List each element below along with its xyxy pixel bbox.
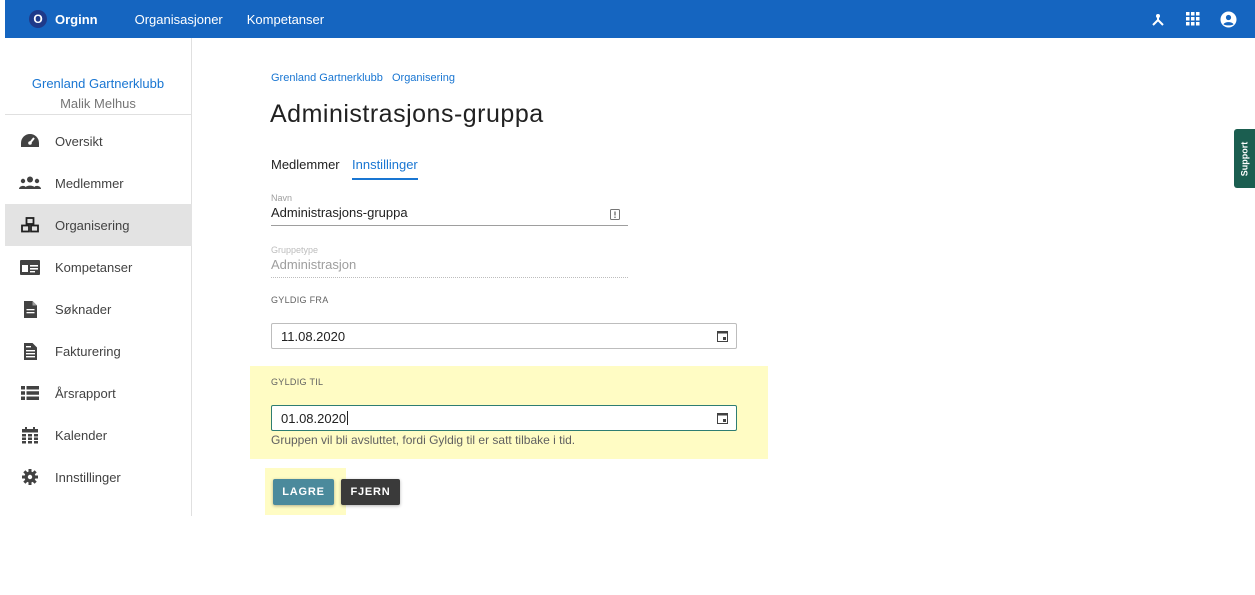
gyldig-fra-label: GYLDIG FRA [271, 295, 329, 305]
tab-innstillinger[interactable]: Innstillinger [352, 157, 418, 180]
sidebar-item-label: Oversikt [55, 133, 103, 149]
sidebar-item-fakturering[interactable]: Fakturering [5, 330, 192, 372]
users-group-icon [19, 172, 41, 194]
page-title: Administrasjons-gruppa [270, 100, 544, 128]
text-caret [347, 411, 349, 425]
sidebar-item-soknader[interactable]: Søknader [5, 288, 192, 330]
sidebar-item-oversikt[interactable]: Oversikt [5, 120, 192, 162]
sidebar-item-label: Kompetanser [55, 259, 133, 275]
top-app-bar: O Orginn Organisasjoner Kompetanser [5, 0, 1255, 38]
support-tab[interactable]: Support [1234, 129, 1255, 188]
sidebar-item-label: Innstillinger [55, 469, 121, 485]
gyldig-fra-value: 11.08.2020 [281, 328, 346, 344]
validation-warning: Gruppen vil bli avsluttet, fordi Gyldig … [271, 433, 576, 447]
sidebar-item-kompetanser[interactable]: Kompetanser [5, 246, 192, 288]
navn-label: Navn [271, 193, 293, 203]
sidebar-item-label: Kalender [55, 427, 108, 443]
remove-button[interactable]: FJERN [341, 479, 400, 505]
sidebar-item-innstillinger[interactable]: Innstillinger [5, 456, 192, 498]
gruppetype-field: Administrasjon [271, 257, 357, 272]
brand[interactable]: O Orginn [29, 10, 98, 28]
dashboard-gauge-icon [19, 130, 41, 152]
calendar-picker-icon[interactable] [717, 330, 728, 345]
breadcrumb-organisering[interactable]: Organisering [392, 72, 455, 84]
sidebar-item-label: Organisering [55, 217, 130, 233]
brand-logo: O [29, 10, 47, 28]
sidebar-item-label: Medlemmer [55, 175, 124, 191]
cubes-icon [19, 214, 41, 236]
gruppetype-label: Gruppetype [271, 245, 319, 255]
topnav-organisasjoner[interactable]: Organisasjoner [135, 12, 223, 27]
calendar-icon [19, 424, 41, 446]
gyldig-fra-input[interactable]: 11.08.2020 [271, 323, 737, 349]
field-info-icon [610, 207, 620, 225]
tab-medlemmer[interactable]: Medlemmer [271, 157, 340, 172]
network-icon[interactable] [1150, 11, 1166, 27]
breadcrumb-org[interactable]: Grenland Gartnerklubb [271, 72, 383, 84]
breadcrumb: Grenland Gartnerklubb Organisering [271, 72, 455, 84]
sidebar-user-name: Malik Melhus [60, 96, 136, 111]
apps-grid-icon[interactable] [1186, 12, 1200, 26]
sidebar-header: Grenland Gartnerklubb Malik Melhus [5, 38, 191, 115]
sidebar: Grenland Gartnerklubb Malik Melhus Overs… [5, 38, 192, 516]
id-card-icon [19, 256, 41, 278]
sidebar-org-name[interactable]: Grenland Gartnerklubb [5, 38, 191, 91]
sidebar-item-label: Søknader [55, 301, 112, 317]
list-icon [19, 382, 41, 404]
calendar-picker-icon[interactable] [717, 412, 728, 427]
navn-field[interactable]: Administrasjons-gruppa [271, 205, 408, 220]
brand-name: Orginn [55, 11, 98, 27]
sidebar-item-label: Fakturering [55, 343, 121, 359]
document-icon [19, 298, 41, 320]
invoice-icon [19, 340, 41, 362]
gyldig-til-input[interactable]: 01.08.2020 [271, 405, 737, 431]
sidebar-item-organisering[interactable]: Organisering [5, 204, 192, 246]
gruppetype-underline [271, 277, 628, 278]
gear-icon [19, 466, 41, 488]
sidebar-item-kalender[interactable]: Kalender [5, 414, 192, 456]
navn-underline [271, 225, 628, 226]
gyldig-til-value: 01.08.2020 [281, 410, 347, 426]
sidebar-item-medlemmer[interactable]: Medlemmer [5, 162, 192, 204]
topnav-kompetanser[interactable]: Kompetanser [247, 12, 324, 27]
support-label: Support [1239, 141, 1250, 176]
sidebar-item-label: Årsrapport [55, 385, 116, 401]
account-circle-icon[interactable] [1220, 11, 1237, 28]
save-button[interactable]: LAGRE [273, 479, 334, 505]
gyldig-til-label: GYLDIG TIL [271, 377, 324, 387]
sidebar-item-arsrapport[interactable]: Årsrapport [5, 372, 192, 414]
